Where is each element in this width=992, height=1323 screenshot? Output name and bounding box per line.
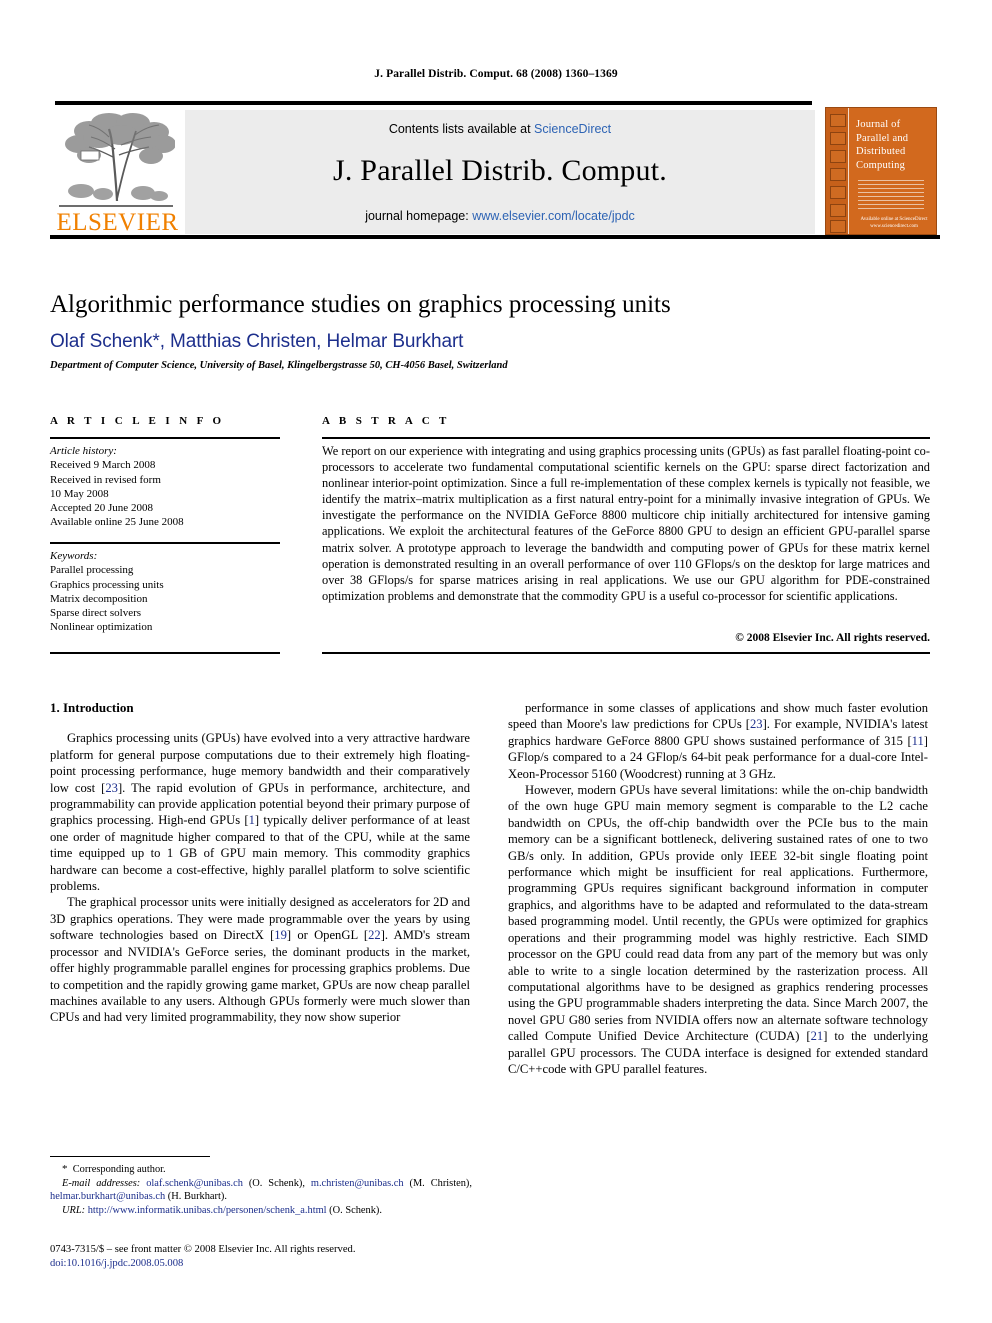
- email-link[interactable]: m.christen@unibas.ch: [311, 1178, 404, 1189]
- article-info-mid-rule: [50, 542, 280, 544]
- keywords-label: Keywords:: [50, 550, 98, 562]
- journal-homepage-line: journal homepage: www.elsevier.com/locat…: [185, 209, 815, 223]
- reference-link[interactable]: 23: [105, 781, 118, 795]
- reference-link[interactable]: 1: [249, 813, 255, 827]
- keywords-block: Keywords: Parallel processing Graphics p…: [50, 549, 282, 635]
- homepage-prefix: journal homepage:: [365, 209, 473, 223]
- running-head: J. Parallel Distrib. Comput. 68 (2008) 1…: [374, 68, 618, 80]
- email-link[interactable]: helmar.burkhart@unibas.ch: [50, 1191, 165, 1202]
- abstract-top-rule: [322, 437, 930, 439]
- keyword-item: Nonlinear optimization: [50, 621, 153, 634]
- journal-masthead: ELSEVIER Contents lists available at Sci…: [50, 101, 940, 239]
- section-heading-introduction: 1. Introduction: [50, 700, 134, 715]
- masthead-bottom-rule: [50, 235, 940, 239]
- history-item: 10 May 2008: [50, 487, 109, 500]
- reference-link[interactable]: 11: [912, 734, 924, 748]
- contents-panel: Contents lists available at ScienceDirec…: [185, 110, 815, 234]
- url-note: URL: http://www.informatik.unibas.ch/per…: [50, 1204, 472, 1218]
- paragraph: performance in some classes of applicati…: [508, 701, 928, 781]
- corresponding-author-note: * Corresponding author.: [50, 1163, 472, 1177]
- url-label: URL:: [62, 1204, 86, 1216]
- abstract-heading: A B S T R A C T: [322, 415, 450, 427]
- footnote-rule: [50, 1156, 210, 1157]
- reference-link[interactable]: 23: [750, 717, 763, 731]
- cover-title: Journal of Parallel and Distributed Comp…: [856, 119, 909, 171]
- article-history-label: Article history:: [50, 445, 117, 457]
- page-title: Algorithmic performance studies on graph…: [50, 291, 671, 318]
- elsevier-wordmark: ELSEVIER: [56, 209, 179, 236]
- affiliation: Department of Computer Science, Universi…: [50, 360, 508, 371]
- sciencedirect-link[interactable]: ScienceDirect: [534, 122, 611, 136]
- author-list: Olaf Schenk*, Matthias Christen, Helmar …: [50, 331, 464, 352]
- article-info-top-rule: [50, 437, 280, 439]
- abstract-bottom-rule: [322, 652, 930, 654]
- doi-label: doi:: [50, 1258, 67, 1269]
- email-link[interactable]: olaf.schenk@unibas.ch: [146, 1178, 243, 1189]
- doi-line: doi:10.1016/j.jpdc.2008.05.008: [50, 1257, 490, 1271]
- issn-doi-block: 0743-7315/$ – see front matter © 2008 El…: [50, 1243, 490, 1271]
- doi-value[interactable]: 10.1016/j.jpdc.2008.05.008: [66, 1258, 183, 1269]
- asterisk-icon: *: [62, 1163, 68, 1175]
- url-owner: (O. Schenk).: [329, 1204, 382, 1216]
- elsevier-tree-icon: [59, 111, 175, 203]
- email-owner: (O. Schenk): [248, 1177, 303, 1189]
- paragraph: Graphics processing units (GPUs) have ev…: [50, 731, 470, 894]
- footnote-block: * Corresponding author. E-mail addresses…: [50, 1163, 472, 1217]
- reference-link[interactable]: 22: [368, 928, 381, 942]
- contents-prefix: Contents lists available at: [388, 122, 535, 136]
- history-item: Available online 25 June 2008: [50, 516, 184, 529]
- contents-lists-line: Contents lists available at ScienceDirec…: [185, 122, 815, 136]
- paragraph: However, modern GPUs have several limita…: [508, 783, 929, 1076]
- article-history-block: Article history: Received 9 March 2008 R…: [50, 444, 282, 530]
- email-label: E-mail addresses:: [62, 1177, 141, 1189]
- body-column-right: performance in some classes of applicati…: [508, 700, 928, 1077]
- article-info-bottom-rule: [50, 652, 280, 654]
- history-item: Received in revised form: [50, 473, 161, 486]
- elsevier-logo: ELSEVIER: [55, 109, 180, 236]
- reference-link[interactable]: 21: [811, 1029, 824, 1043]
- paragraph: The graphical processor units were initi…: [50, 895, 470, 1025]
- keyword-item: Graphics processing units: [50, 578, 164, 591]
- journal-cover-thumbnail: Journal of Parallel and Distributed Comp…: [825, 107, 937, 235]
- keyword-item: Parallel processing: [50, 564, 134, 577]
- journal-homepage-link[interactable]: www.elsevier.com/locate/jpdc: [472, 209, 635, 223]
- journal-title: J. Parallel Distrib. Comput.: [333, 154, 667, 187]
- issn-line: 0743-7315/$ – see front matter © 2008 El…: [50, 1244, 356, 1255]
- email-owner: (H. Burkhart).: [167, 1191, 227, 1203]
- article-info-heading: A R T I C L E I N F O: [50, 415, 225, 427]
- cover-footer-text: Available online at ScienceDirect www.sc…: [860, 217, 928, 229]
- keyword-item: Matrix decomposition: [50, 592, 148, 605]
- email-addresses-note: E-mail addresses: olaf.schenk@unibas.ch …: [50, 1177, 472, 1203]
- elsevier-logo-divider: [59, 205, 173, 207]
- history-item: Received 9 March 2008: [50, 459, 156, 472]
- cover-spine: [826, 108, 849, 234]
- history-item: Accepted 20 June 2008: [50, 502, 153, 515]
- masthead-top-rule: [55, 101, 812, 105]
- reference-link[interactable]: 19: [274, 928, 287, 942]
- author-url-link[interactable]: http://www.informatik.unibas.ch/personen…: [88, 1205, 327, 1216]
- paper-page: J. Parallel Distrib. Comput. 68 (2008) 1…: [0, 0, 992, 1323]
- email-owner: (M. Christen): [409, 1177, 470, 1189]
- corresponding-author-text: Corresponding author.: [72, 1164, 166, 1175]
- keyword-item: Sparse direct solvers: [50, 607, 142, 620]
- cover-contents-lines: [858, 180, 924, 212]
- body-column-left: 1. Introduction Graphics processing unit…: [50, 700, 470, 1026]
- copyright-line: © 2008 Elsevier Inc. All rights reserved…: [735, 632, 930, 644]
- abstract-text: We report on our experience with integra…: [322, 444, 930, 603]
